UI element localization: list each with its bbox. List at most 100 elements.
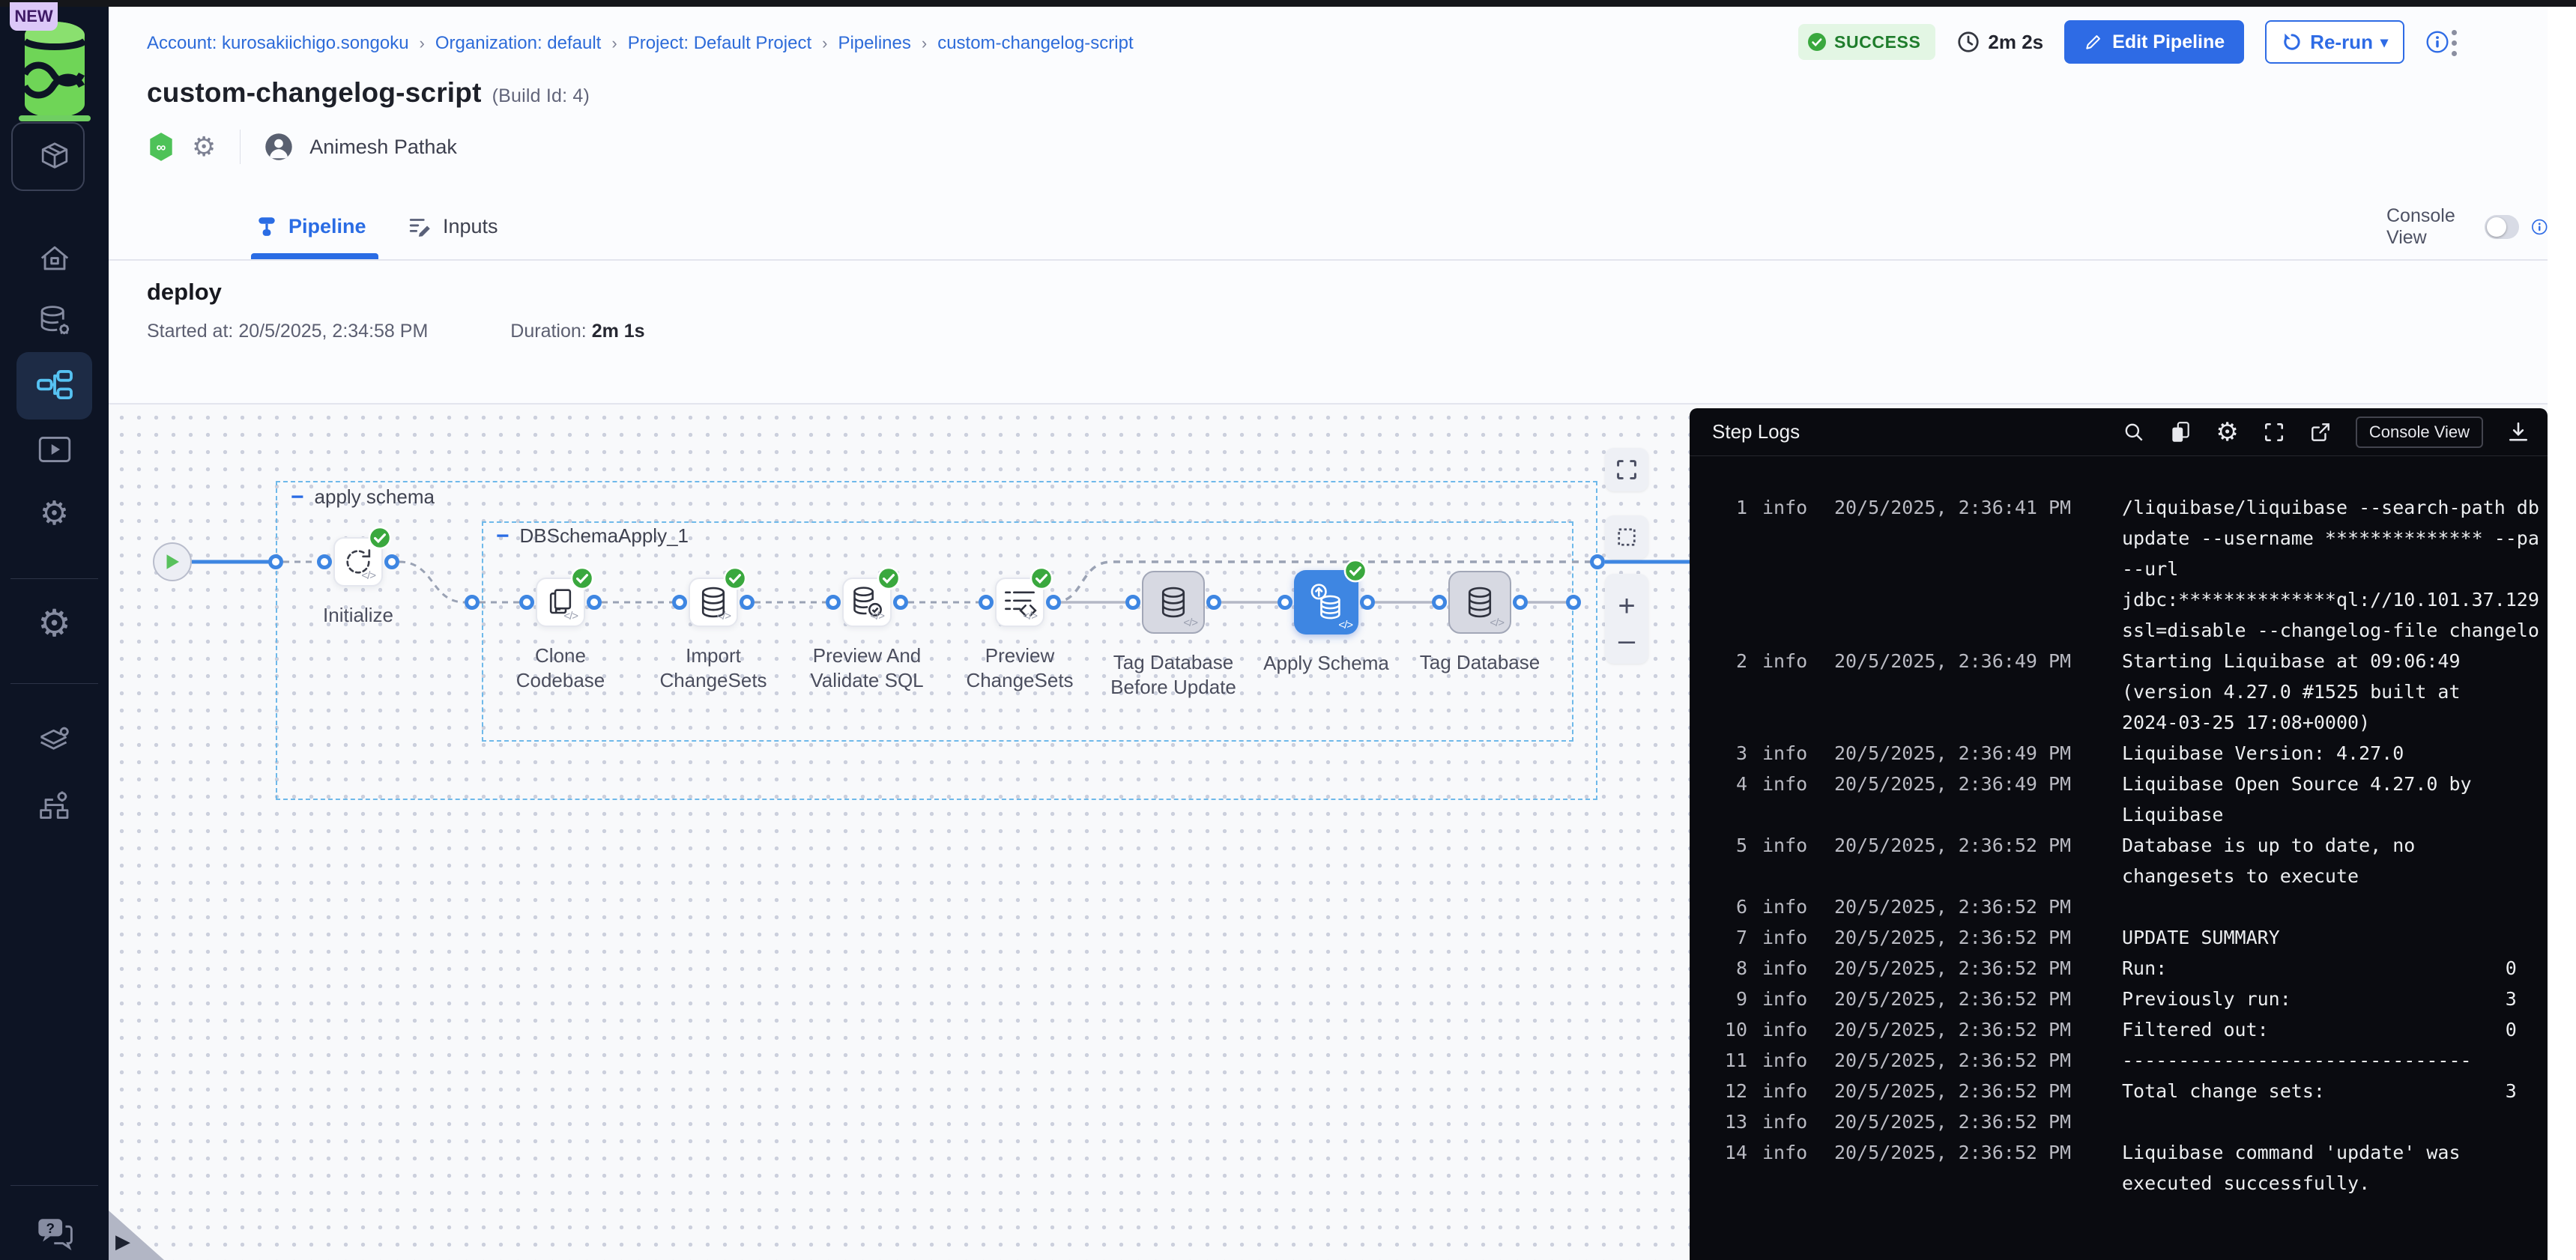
log-level: info [1747,953,1819,984]
log-level: info [1747,1076,1819,1106]
connector-port[interactable] [317,554,332,569]
modules-cube-icon[interactable] [0,133,109,180]
breadcrumb[interactable]: Account: kurosakiichigo.songoku›Organiza… [147,33,1134,54]
expand-fullscreen-icon[interactable] [2263,421,2285,443]
connector-port[interactable] [740,595,755,610]
log-entry[interactable]: 9info20/5/2025, 2:36:52 PMPreviously run… [1701,984,2536,1014]
breadcrumb-item[interactable]: Pipelines [838,33,910,54]
connector-port[interactable] [465,595,480,610]
sidebar-divider [10,683,98,684]
connector-port[interactable] [826,595,841,610]
zoom-in-button[interactable]: + [1618,590,1635,623]
search-icon[interactable] [2123,421,2145,443]
open-external-icon[interactable] [2309,421,2332,443]
connector-port[interactable] [893,595,908,610]
status-hexagon-icon: ∞ [147,131,175,163]
log-entry[interactable]: 13info20/5/2025, 2:36:52 PM [1701,1106,2536,1137]
connector-port[interactable] [1590,554,1605,569]
connector-port[interactable] [519,595,534,610]
pipelines-icon[interactable] [0,365,109,407]
collapse-icon[interactable]: − [496,529,510,544]
log-entry[interactable]: 5info20/5/2025, 2:36:52 PMDatabase is up… [1701,830,2536,891]
node-label: PreviewChangeSets [966,643,1073,693]
collapse-icon[interactable]: − [291,490,304,505]
log-console-view-button[interactable]: Console View [2356,417,2483,448]
log-timestamp: 20/5/2025, 2:36:52 PM [1819,891,2122,922]
log-timestamp: 20/5/2025, 2:36:52 PM [1819,1045,2122,1076]
tab-inputs[interactable]: Inputs [408,193,498,259]
log-entry[interactable]: 10info20/5/2025, 2:36:52 PMFiltered out:… [1701,1014,2536,1045]
log-entry[interactable]: 11info20/5/2025, 2:36:52 PM-------------… [1701,1045,2536,1076]
execution-meta-row: ∞ ⚙ Animesh Pathak [147,129,457,165]
tab-pipeline[interactable]: Pipeline [256,193,366,259]
edit-pipeline-button[interactable]: Edit Pipeline [2064,20,2244,64]
log-lines[interactable]: 1info20/5/2025, 2:36:41 PM/liquibase/liq… [1701,492,2536,1199]
breadcrumb-item[interactable]: custom-changelog-script [937,33,1133,54]
connector-port[interactable] [1566,595,1581,610]
log-entry[interactable]: 7info20/5/2025, 2:36:52 PMUPDATE SUMMARY [1701,922,2536,953]
new-badge: NEW [10,2,58,31]
connector-port[interactable] [1360,595,1375,610]
log-entry[interactable]: 3info20/5/2025, 2:36:49 PMLiquibase Vers… [1701,738,2536,769]
zoom-out-button[interactable]: – [1618,633,1635,648]
console-view-toggle[interactable] [2485,215,2520,239]
log-entry[interactable]: 12info20/5/2025, 2:36:52 PMTotal change … [1701,1076,2536,1106]
connector-port[interactable] [268,554,283,569]
step-group-header[interactable]: − DBSchemaApply_1 [496,524,689,548]
database-settings-icon[interactable] [0,300,109,342]
svg-text:?: ? [46,1220,54,1236]
log-entry[interactable]: 6info20/5/2025, 2:36:52 PM [1701,891,2536,922]
pipeline-start-node[interactable] [153,542,192,581]
account-settings-gear-icon[interactable]: ⚙ [0,602,109,644]
node-tag-database[interactable]: </> [1448,571,1511,634]
author-name[interactable]: Animesh Pathak [309,136,457,159]
connectors-hierarchy-icon[interactable] [0,785,109,827]
status-cluster: SUCCESS 2m 2s Edit Pipeline Re-run ▾ [1798,19,2449,65]
connector-port[interactable] [1278,595,1292,610]
success-check-icon [1807,32,1827,52]
more-options-menu-icon[interactable] [2439,24,2469,61]
breadcrumb-item[interactable]: Account: kurosakiichigo.songoku [147,33,409,54]
breadcrumb-item[interactable]: Project: Default Project [628,33,811,54]
pipeline-gear-icon[interactable]: ⚙ [192,133,216,160]
liquibase-logo-icon[interactable] [0,18,109,123]
log-settings-gear-icon[interactable]: ⚙ [2216,420,2238,445]
connector-port[interactable] [1125,595,1140,610]
log-entry[interactable]: 2info20/5/2025, 2:36:49 PMStarting Liqui… [1701,646,2536,738]
page-scrollbar-gutter[interactable] [2548,7,2576,1260]
connector-port[interactable] [384,554,399,569]
canvas-select-marquee-button[interactable] [1605,515,1648,559]
connector-port[interactable] [1432,595,1447,610]
log-level: info [1747,1137,1819,1199]
executions-icon[interactable] [0,428,109,470]
log-entry[interactable]: 8info20/5/2025, 2:36:52 PMRun: 0 [1701,953,2536,984]
log-line-number: 14 [1701,1137,1747,1199]
success-check-icon [1343,559,1367,583]
download-icon[interactable] [2507,421,2530,443]
corner-play-icon[interactable]: ▶ [115,1230,130,1253]
canvas-fullscreen-button[interactable] [1605,448,1648,491]
stage-group-header[interactable]: − apply schema [291,485,435,509]
rerun-button[interactable]: Re-run ▾ [2265,20,2404,64]
log-entry[interactable]: 1info20/5/2025, 2:36:41 PM/liquibase/liq… [1701,492,2536,646]
connector-port[interactable] [1206,595,1221,610]
breadcrumb-item[interactable]: Organization: default [435,33,601,54]
copy-icon[interactable] [2169,420,2192,444]
connector-port[interactable] [1513,595,1528,610]
inputs-tab-icon [408,215,432,237]
help-chat-icon[interactable]: ? [0,1211,109,1256]
project-settings-gear-icon[interactable]: ⚙ [0,493,109,535]
connector-port[interactable] [1046,595,1061,610]
connector-port[interactable] [587,595,602,610]
log-message: /liquibase/liquibase --search-path dbupd… [2122,492,2542,646]
home-icon[interactable] [0,238,109,280]
delegates-layers-icon[interactable] [0,719,109,761]
log-entry[interactable]: 4info20/5/2025, 2:36:49 PMLiquibase Open… [1701,769,2536,830]
log-entry[interactable]: 14info20/5/2025, 2:36:52 PMLiquibase com… [1701,1137,2536,1199]
log-message: Liquibase Open Source 4.27.0 byLiquibase [2122,769,2542,830]
tab-bar: Pipeline Inputs Console View [109,193,2548,261]
node-tag-database-before-update[interactable]: </> [1142,571,1205,634]
connector-port[interactable] [672,595,687,610]
info-icon[interactable] [2531,216,2548,238]
connector-port[interactable] [979,595,994,610]
